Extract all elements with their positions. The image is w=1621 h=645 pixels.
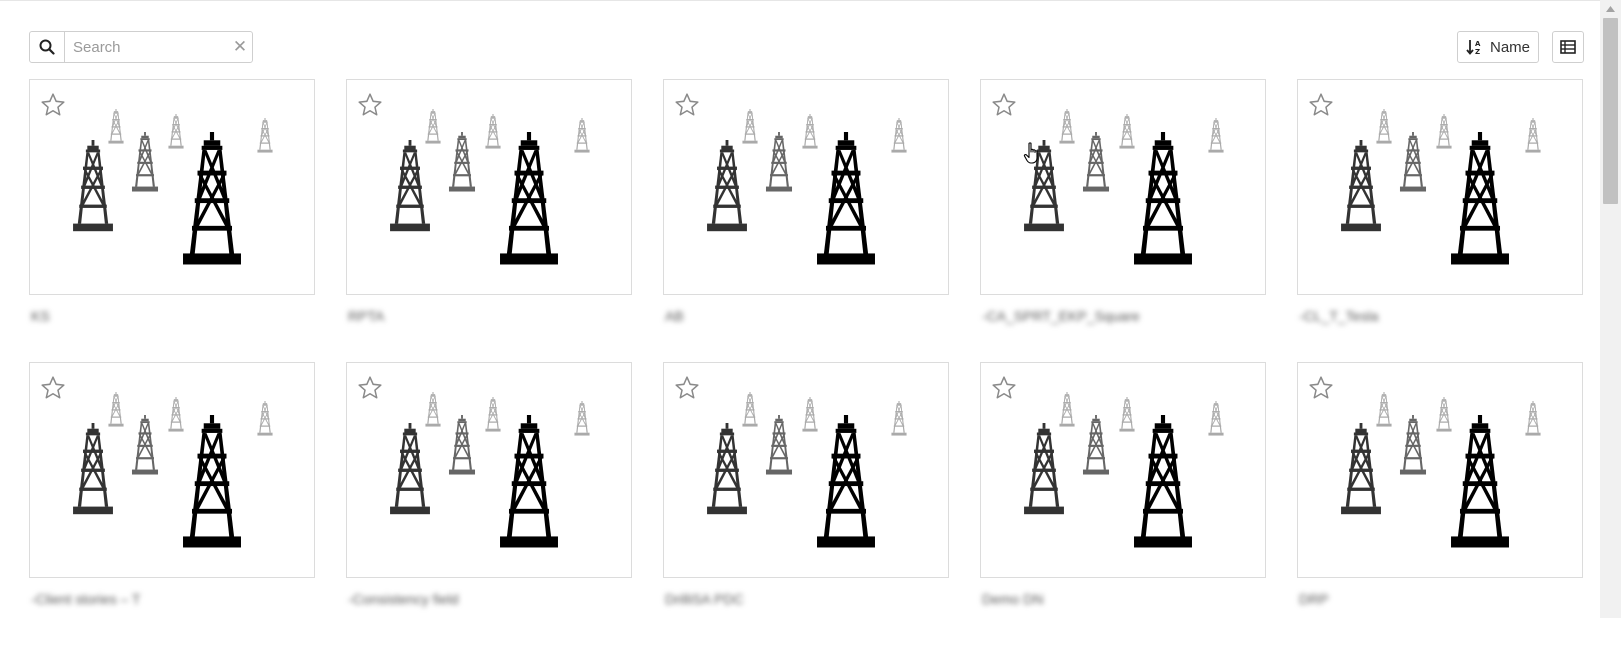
- dashboard-card[interactable]: RPTA: [346, 79, 632, 362]
- card-title[interactable]: -CL_T_Tesla: [1299, 308, 1378, 324]
- dashboard-card[interactable]: DrilliSA PDC: [663, 362, 949, 645]
- dashboard-card[interactable]: DRP: [1297, 362, 1583, 645]
- close-icon[interactable]: ✕: [228, 32, 252, 62]
- card-title[interactable]: DRP: [1299, 591, 1329, 607]
- card-title[interactable]: RPTA: [348, 308, 384, 324]
- oil-derrick-icon: [1341, 392, 1541, 548]
- star-icon[interactable]: [1308, 92, 1334, 118]
- card-thumbnail[interactable]: [346, 362, 632, 578]
- star-icon[interactable]: [991, 92, 1017, 118]
- svg-text:A: A: [1475, 40, 1481, 48]
- card-thumbnail[interactable]: [980, 362, 1266, 578]
- star-icon[interactable]: [1308, 375, 1334, 401]
- list-view-icon: [1560, 40, 1576, 54]
- card-title[interactable]: KS: [31, 308, 50, 324]
- dashboard-grid: KS RPTA AB -CA_SPRT_EKP_Square -CL_T_Tes…: [29, 79, 1584, 645]
- card-thumbnail[interactable]: [663, 79, 949, 295]
- oil-derrick-icon: [73, 392, 273, 548]
- card-title[interactable]: -CA_SPRT_EKP_Square: [982, 308, 1140, 324]
- dashboard-card[interactable]: AB: [663, 79, 949, 362]
- card-thumbnail[interactable]: [1297, 79, 1583, 295]
- search-button[interactable]: [30, 32, 65, 62]
- oil-derrick-icon: [1024, 392, 1224, 548]
- oil-derrick-icon: [707, 392, 907, 548]
- search-input[interactable]: [65, 32, 228, 62]
- star-icon[interactable]: [357, 375, 383, 401]
- oil-derrick-icon: [73, 109, 273, 265]
- card-thumbnail[interactable]: [1297, 362, 1583, 578]
- card-title[interactable]: -Client stories – T: [31, 591, 140, 607]
- card-thumbnail[interactable]: [663, 362, 949, 578]
- star-icon[interactable]: [357, 92, 383, 118]
- card-title[interactable]: DrilliSA PDC: [665, 591, 744, 607]
- star-icon[interactable]: [40, 92, 66, 118]
- card-title[interactable]: AB: [665, 308, 684, 324]
- search-icon: [39, 39, 55, 55]
- card-thumbnail[interactable]: [29, 362, 315, 578]
- star-icon[interactable]: [674, 92, 700, 118]
- dashboard-card[interactable]: KS: [29, 79, 315, 362]
- oil-derrick-icon: [1024, 109, 1224, 265]
- vertical-scrollbar[interactable]: [1600, 0, 1621, 618]
- dashboard-card[interactable]: -CL_T_Tesla: [1297, 79, 1583, 362]
- svg-text:Z: Z: [1475, 48, 1480, 55]
- chevron-up-icon: [1606, 5, 1615, 12]
- oil-derrick-icon: [390, 109, 590, 265]
- dashboard-card[interactable]: -CA_SPRT_EKP_Square: [980, 79, 1266, 362]
- oil-derrick-icon: [390, 392, 590, 548]
- sort-button[interactable]: A Z Name: [1457, 31, 1539, 63]
- dashboard-card[interactable]: -Consistency field: [346, 362, 632, 645]
- card-title[interactable]: Demo DN: [982, 591, 1043, 607]
- sort-label: Name: [1489, 38, 1530, 56]
- star-icon[interactable]: [991, 375, 1017, 401]
- card-thumbnail[interactable]: [29, 79, 315, 295]
- sort-alpha-icon: A Z: [1466, 40, 1481, 55]
- top-divider: [0, 0, 1600, 1]
- star-icon[interactable]: [40, 375, 66, 401]
- oil-derrick-icon: [707, 109, 907, 265]
- dashboard-card[interactable]: -Client stories – T: [29, 362, 315, 645]
- card-thumbnail[interactable]: [346, 79, 632, 295]
- search-box: ✕: [29, 31, 253, 63]
- dashboard-card[interactable]: Demo DN: [980, 362, 1266, 645]
- scroll-up-arrow[interactable]: [1600, 0, 1621, 17]
- list-view-button[interactable]: [1552, 31, 1584, 63]
- card-thumbnail[interactable]: [980, 79, 1266, 295]
- star-icon[interactable]: [674, 375, 700, 401]
- card-title[interactable]: -Consistency field: [348, 591, 459, 607]
- oil-derrick-icon: [1341, 109, 1541, 265]
- scrollbar-thumb[interactable]: [1603, 18, 1618, 204]
